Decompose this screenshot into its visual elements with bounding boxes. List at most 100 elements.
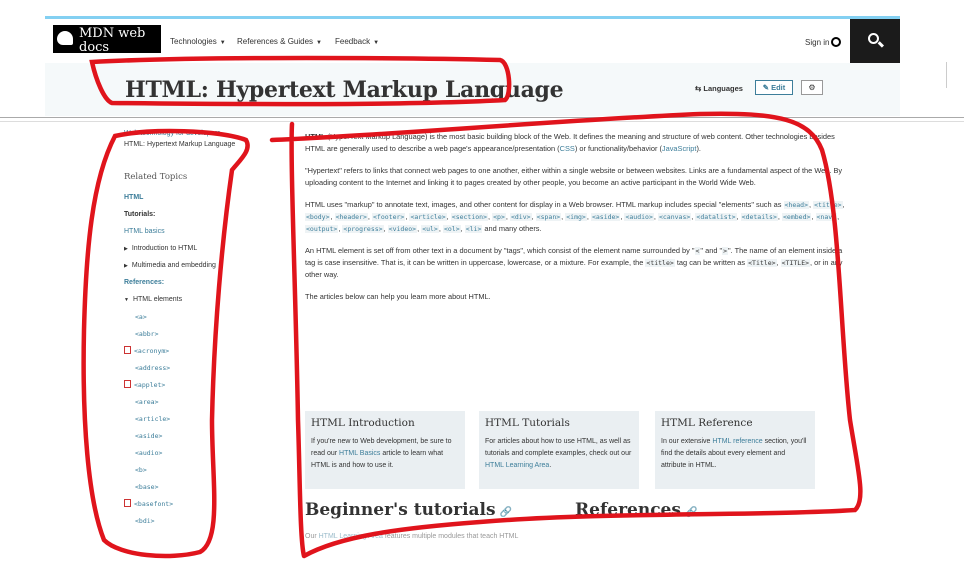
element-link[interactable]: <div> (509, 213, 532, 221)
element-link[interactable]: <datalist> (695, 213, 737, 221)
sidebar-element-address[interactable]: <address> (124, 362, 284, 379)
articles-paragraph: The articles below can help you learn mo… (305, 292, 491, 301)
card-title[interactable]: HTML Reference (661, 417, 809, 429)
main-content: HTML (HyperText Markup Language) is the … (305, 131, 845, 313)
card-html-introduction: HTML Introduction If you're new to Web d… (305, 411, 465, 489)
html-reference-link[interactable]: HTML reference (712, 438, 762, 445)
sidebar-item-html-basics[interactable]: HTML basics (124, 226, 284, 243)
hypertext-paragraph: "Hypertext" refers to links that connect… (305, 166, 843, 187)
sign-in-link[interactable]: Sign in (805, 37, 842, 47)
triangle-right-icon: ▶ (124, 246, 128, 252)
sidebar-heading-tutorials: Tutorials: (124, 211, 156, 218)
menu-feedback[interactable]: Feedback ▼ (335, 37, 379, 46)
sidebar-element-audio[interactable]: <audio> (124, 447, 284, 464)
element-link[interactable]: <embed> (782, 213, 812, 221)
html-basics-link[interactable]: HTML Basics (339, 450, 380, 457)
element-link[interactable]: <audio> (624, 213, 654, 221)
element-link[interactable]: <canvas> (657, 213, 692, 221)
sidebar-element-b[interactable]: <b> (124, 464, 284, 481)
text: features multiple modules that teach HTM… (382, 533, 519, 540)
card-title[interactable]: HTML Introduction (311, 417, 459, 429)
javascript-link[interactable]: JavaScript (662, 144, 697, 153)
beginners-heading: Beginner's tutorials 🔗 (305, 500, 512, 520)
sidebar-element-base[interactable]: <base> (124, 481, 284, 498)
html-learning-area-link[interactable]: HTML Learning Area (485, 462, 549, 469)
learning-area-link[interactable]: HTML Learning Area (319, 533, 383, 540)
element-link[interactable]: <progress> (342, 225, 384, 233)
breadcrumb-parent[interactable]: Web technology for developers (124, 130, 284, 137)
mdn-logo[interactable]: MDN web docs moz://a (53, 25, 161, 67)
sidebar-item-html-elements[interactable]: ▼ HTML elements (124, 294, 284, 311)
element-link[interactable]: <article> (409, 213, 447, 221)
menu-label: Feedback (335, 37, 371, 46)
element-link[interactable]: <span> (535, 213, 562, 221)
github-icon (831, 37, 842, 47)
sign-in-label: Sign in (805, 38, 830, 47)
menu-label: Technologies (170, 37, 217, 46)
sidebar-item-html[interactable]: HTML (124, 192, 284, 209)
sidebar-element-acronym[interactable]: <acronym> (124, 345, 284, 362)
element-link[interactable]: <nav> (815, 213, 838, 221)
element-link[interactable]: <output> (305, 225, 339, 233)
link-icon[interactable]: 🔗 (500, 507, 512, 518)
breadcrumb-current: HTML: Hypertext Markup Language (124, 141, 236, 148)
css-link[interactable]: CSS (560, 144, 575, 153)
related-topics-heading: Related Topics (124, 172, 188, 182)
element-link[interactable]: <details> (740, 213, 778, 221)
card-text: In our extensive HTML reference section,… (661, 436, 809, 472)
element-link[interactable]: <ol> (442, 225, 461, 233)
element-link[interactable]: <body> (305, 213, 331, 221)
divider (0, 121, 964, 122)
text: ). (696, 144, 701, 153)
link-icon[interactable]: 🔗 (685, 507, 697, 518)
search-button[interactable] (850, 19, 900, 63)
card-title[interactable]: HTML Tutorials (485, 417, 633, 429)
separator: , (837, 212, 840, 221)
sidebar-item-label: <acronym> (134, 347, 170, 355)
menu-technologies[interactable]: Technologies ▼ (170, 37, 226, 46)
sidebar-element-abbr[interactable]: <abbr> (124, 328, 284, 345)
settings-button[interactable]: ⚙ (801, 80, 823, 95)
card-html-tutorials: HTML Tutorials For articles about how to… (479, 411, 639, 489)
text: For articles about how to use HTML, as w… (485, 438, 632, 457)
element-link[interactable]: <header> (334, 213, 368, 221)
sidebar-element-article[interactable]: <article> (124, 413, 284, 430)
element-link[interactable]: <ul> (421, 225, 439, 233)
heading-text: References (575, 500, 681, 520)
sidebar-element-applet[interactable]: <applet> (124, 379, 284, 396)
sidebar-element-a[interactable]: <a> (124, 311, 284, 328)
sidebar-element-area[interactable]: <area> (124, 396, 284, 413)
element-link[interactable]: <p> (492, 213, 506, 221)
element-link[interactable]: <head> (783, 201, 810, 209)
text: An HTML element is set off from other te… (305, 246, 695, 255)
element-link[interactable]: <section> (450, 213, 489, 221)
element-link[interactable]: <footer> (372, 213, 406, 221)
triangle-down-icon: ▼ (124, 297, 129, 303)
sidebar-item-multimedia[interactable]: ▶ Multimedia and embedding (124, 260, 284, 277)
element-link[interactable]: <aside> (590, 213, 621, 221)
languages-button[interactable]: ⇆ Languages (695, 84, 743, 93)
gear-icon: ⚙ (808, 83, 816, 92)
sidebar-item-label: Introduction to HTML (131, 245, 198, 252)
card-text: If you're new to Web development, be sur… (311, 436, 459, 472)
sidebar-element-aside[interactable]: <aside> (124, 430, 284, 447)
text: tag can be written as (674, 258, 748, 267)
pencil-icon: ✎ (762, 83, 772, 92)
sidebar-element-bdi[interactable]: <bdi> (124, 515, 284, 532)
page-title: HTML: Hypertext Markup Language (125, 77, 564, 103)
sidebar-element-basefont[interactable]: <basefont> (124, 498, 284, 515)
references-heading: References 🔗 (575, 500, 697, 520)
text: and many others. (482, 224, 542, 233)
text: " and " (700, 246, 723, 255)
element-link[interactable]: <img> (565, 213, 587, 221)
deprecated-icon (124, 499, 131, 507)
title-bar: HTML: Hypertext Markup Language ⇆ Langua… (45, 63, 900, 116)
element-link[interactable]: <video> (387, 225, 418, 233)
element-link[interactable]: <title> (813, 201, 843, 209)
card-html-reference: HTML Reference In our extensive HTML ref… (655, 411, 815, 489)
sidebar-item-label: Multimedia and embedding (131, 262, 216, 269)
sidebar-item-intro-html[interactable]: ▶ Introduction to HTML (124, 243, 284, 260)
element-link[interactable]: <li> (464, 225, 483, 233)
edit-button[interactable]: ✎ Edit (755, 80, 793, 95)
menu-references-guides[interactable]: References & Guides ▼ (237, 37, 322, 46)
